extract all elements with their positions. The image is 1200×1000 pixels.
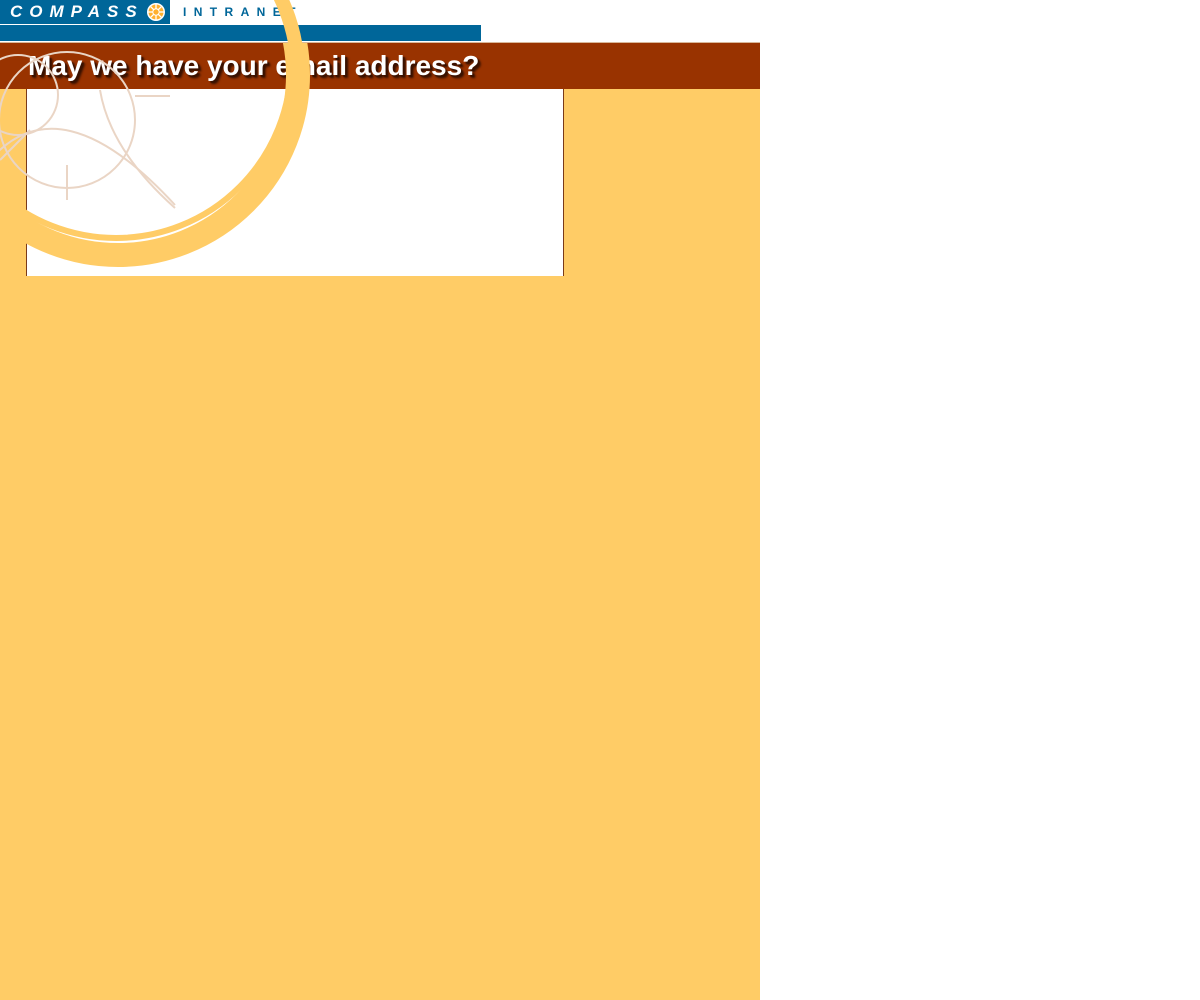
intranet-logo-text: INTRANET xyxy=(183,5,303,19)
page-column: COMPASS INTRANET May we have your email … xyxy=(0,0,760,1000)
content-panel xyxy=(26,89,564,276)
compass-logo-text: COMPASS xyxy=(10,2,144,21)
compass-logo[interactable]: COMPASS xyxy=(0,0,170,24)
page-title: May we have your email address? xyxy=(28,50,480,81)
nav-strip xyxy=(0,25,481,41)
site-header: COMPASS INTRANET xyxy=(0,0,760,42)
sun-icon xyxy=(147,3,165,21)
title-banner: May we have your email address? xyxy=(0,43,760,89)
